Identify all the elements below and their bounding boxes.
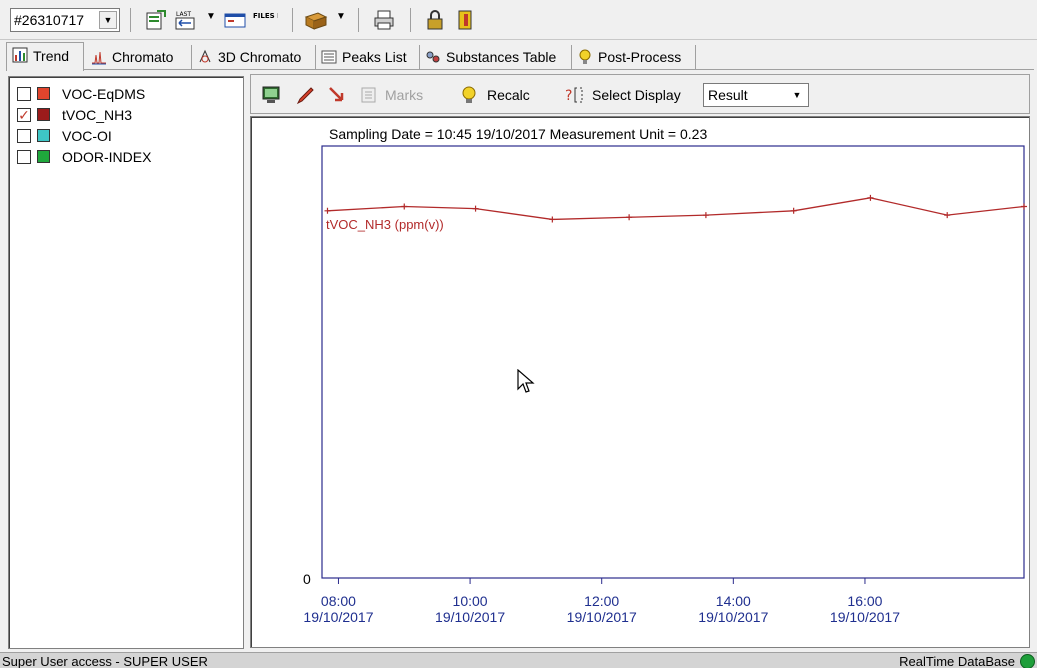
exit-icon[interactable] (454, 9, 476, 31)
series-item-voc-eqdms[interactable]: VOC-EqDMS (17, 85, 237, 105)
database-status-indicator-icon (1020, 654, 1035, 668)
trend-chart-svg: Sampling Date = 10:45 19/10/2017 Measure… (303, 126, 1027, 625)
series-label: VOC-EqDMS (62, 86, 146, 102)
series-item-tvoc-nh3[interactable]: ✓ tVOC_NH3 (17, 106, 237, 126)
x-tick-label: 12:00 (584, 593, 619, 609)
series-checkbox[interactable] (17, 150, 31, 164)
series-item-voc-oi[interactable]: VOC-OI (17, 127, 237, 147)
tab-label: Chromato (112, 49, 174, 65)
series-checkbox[interactable] (17, 87, 31, 101)
tab-substances-table[interactable]: Substances Table (420, 45, 572, 70)
chart-toolbar: Marks Recalc ? Select Display Result ▼ (250, 74, 1030, 114)
tab-strip: Trend Chromato 3D Chromato Peaks List Su… (6, 42, 1034, 71)
trend-icon (12, 47, 28, 63)
series-color-swatch (37, 129, 50, 142)
post-process-icon (579, 49, 591, 64)
peaks-list-icon (321, 50, 337, 64)
marks-button[interactable]: Marks (385, 86, 423, 104)
toolbar-separator (130, 8, 131, 32)
series-color-swatch (37, 108, 50, 121)
y-tick-label: 0 (303, 571, 311, 587)
pen-icon[interactable] (295, 85, 315, 105)
tab-3d-chromato[interactable]: 3D Chromato (192, 45, 316, 70)
print-icon[interactable] (373, 9, 395, 31)
mouse-cursor-icon (517, 369, 535, 393)
tab-label: Peaks List (342, 49, 407, 65)
tab-label: Post-Process (598, 49, 682, 65)
database-status: RealTime DataBase (899, 654, 1015, 668)
substances-table-icon (426, 51, 440, 63)
series-checkbox[interactable] (17, 129, 31, 143)
toolbar-separator (358, 8, 359, 32)
lock-icon[interactable] (424, 9, 446, 31)
chart-title: Sampling Date = 10:45 19/10/2017 Measure… (329, 126, 707, 142)
last-label: LAST (176, 11, 191, 18)
marks-icon (361, 87, 376, 103)
record-selector[interactable]: #26310717 ▼ (10, 8, 120, 32)
files-filter-label: FILES FILTER (253, 12, 278, 20)
display-mode-value: Result (708, 87, 748, 103)
x-tick-label: 14:00 (716, 593, 751, 609)
user-access-status: Super User access - SUPER USER (2, 654, 208, 668)
chart-panel: Marks Recalc ? Select Display Result ▼ S… (248, 72, 1032, 650)
bulb-icon[interactable] (459, 85, 479, 105)
plot-frame (321, 145, 1025, 579)
tab-label: Trend (33, 48, 70, 64)
chevron-down-icon[interactable]: ▼ (336, 11, 346, 22)
svg-text:?: ? (565, 88, 572, 104)
x-tick-label: 19/10/2017 (830, 609, 900, 625)
tab-label: 3D Chromato (218, 49, 302, 65)
toolbar-separator (292, 8, 293, 32)
export-icon[interactable] (145, 9, 167, 31)
select-display-icon[interactable]: ? (565, 85, 585, 105)
tab-peaks-list[interactable]: Peaks List (316, 45, 420, 70)
monitor-icon[interactable] (261, 85, 281, 105)
chromato-icon (92, 51, 106, 65)
series-label: ODOR-INDEX (62, 149, 152, 165)
tab-chromato[interactable]: Chromato (86, 45, 192, 70)
x-tick-label: 19/10/2017 (698, 609, 768, 625)
series-label: tVOC_NH3 (62, 107, 133, 123)
chevron-down-icon[interactable]: ▼ (99, 11, 117, 29)
database-icon[interactable] (304, 9, 330, 31)
x-axis: 08:0019/10/201710:0019/10/201712:0019/10… (303, 578, 900, 625)
display-mode-select[interactable]: Result ▼ (703, 83, 809, 107)
x-tick-label: 16:00 (847, 593, 882, 609)
record-selector-value: #26310717 (14, 12, 85, 28)
select-display-button[interactable]: Select Display (592, 86, 681, 104)
chevron-down-icon[interactable]: ▼ (206, 11, 216, 22)
trend-chart[interactable]: Sampling Date = 10:45 19/10/2017 Measure… (250, 116, 1030, 648)
main-toolbar: #26310717 ▼ LAST ▼ FILES FILTER ▼ (0, 0, 1037, 40)
series-item-odor-index[interactable]: ODOR-INDEX (17, 148, 237, 168)
tab-post-process[interactable]: Post-Process (572, 45, 696, 70)
toolbar-separator (410, 8, 411, 32)
files-filter-icon[interactable]: FILES FILTER (252, 9, 278, 31)
files-filter-view-icon[interactable] (224, 9, 246, 31)
x-tick-label: 19/10/2017 (435, 609, 505, 625)
series-list-panel: VOC-EqDMS ✓ tVOC_NH3 VOC-OI ODOR-INDEX (8, 76, 244, 649)
series-color-swatch (37, 87, 50, 100)
chevron-down-icon[interactable]: ▼ (788, 86, 806, 104)
x-tick-label: 10:00 (453, 593, 488, 609)
recalc-button[interactable]: Recalc (487, 86, 530, 104)
x-tick-label: 19/10/2017 (303, 609, 373, 625)
tab-label: Substances Table (446, 49, 557, 65)
arrow-icon[interactable] (327, 85, 347, 105)
series-color-swatch (37, 150, 50, 163)
last-record-icon[interactable]: LAST (174, 9, 196, 31)
series-label: tVOC_NH3 (ppm(v)) (326, 217, 444, 232)
3d-chromato-icon (199, 49, 211, 63)
x-tick-label: 08:00 (321, 593, 356, 609)
series-checkbox-checked[interactable]: ✓ (17, 108, 31, 122)
series-label: VOC-OI (62, 128, 112, 144)
tab-trend[interactable]: Trend (6, 42, 84, 71)
status-bar: Super User access - SUPER USER RealTime … (0, 652, 1037, 668)
x-tick-label: 19/10/2017 (567, 609, 637, 625)
